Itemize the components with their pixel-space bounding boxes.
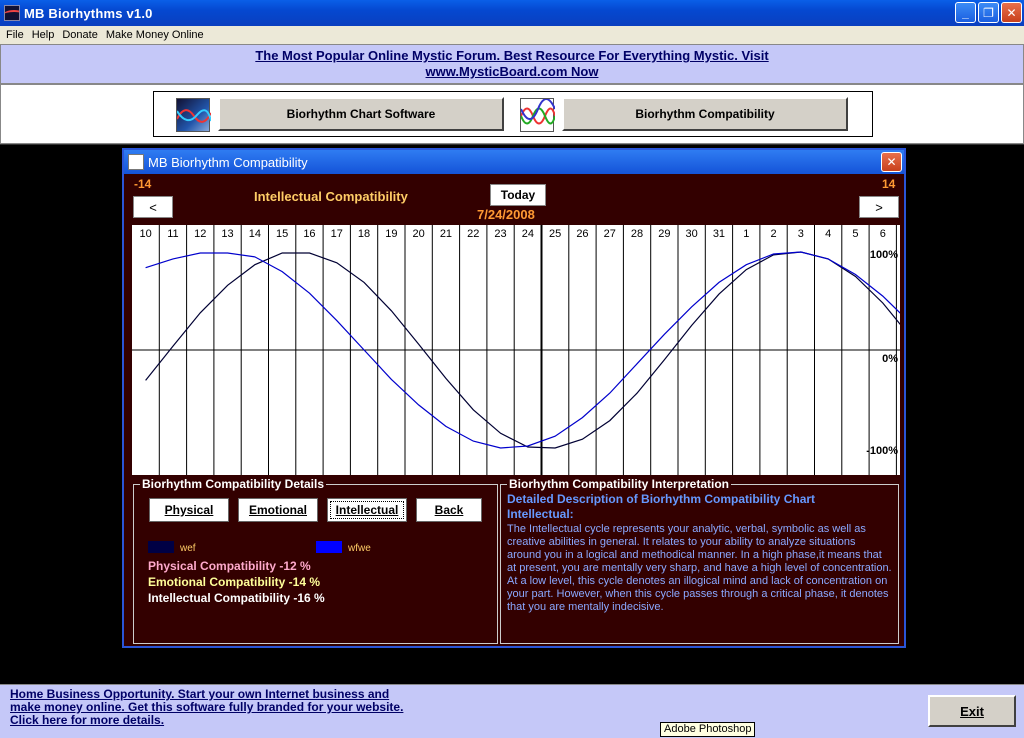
prev-button[interactable]: < [133, 196, 173, 218]
x-tick-label: 19 [385, 228, 397, 240]
y-tick-label: 0% [882, 353, 898, 365]
interpretation-body: The Intellectual cycle represents your a… [507, 523, 892, 613]
exit-button[interactable]: Exit [928, 695, 1016, 727]
interpretation-heading: Detailed Description of Biorhythm Compat… [507, 492, 816, 506]
x-tick-label: 4 [825, 228, 831, 240]
bottom-ad-banner: Home Business Opportunity. Start your ow… [0, 684, 1024, 738]
x-tick-label: 2 [770, 228, 776, 240]
person1-name: wef [180, 543, 196, 554]
toolbar: Biorhythm Chart Software Biorhythm Compa… [0, 84, 1024, 144]
top-ad-link-line2[interactable]: www.MysticBoard.com Now [1, 64, 1023, 80]
top-ad-banner: The Most Popular Online Mystic Forum. Be… [0, 44, 1024, 84]
x-tick-label: 14 [249, 228, 261, 240]
interpretation-subheading: Intellectual: [507, 507, 574, 521]
physical-compatibility: Physical Compatibility -12 % [148, 559, 311, 573]
biorhythm-chart-icon [176, 98, 212, 132]
biorhythm-chart: 10 11 12 13 14 15 16 17 18 19 20 21 22 23 24 25 26 27 28 29… [132, 225, 900, 475]
main-title-bar: MB Biorhythms v1.0 _ ❐ ✕ [0, 0, 1024, 26]
menu-file[interactable]: File [2, 29, 28, 41]
dialog-icon [128, 154, 144, 170]
bottom-ad-line3: Click here for more details. [10, 713, 165, 727]
bottom-ad-line2: make money online. Get this software ful… [10, 700, 404, 714]
emotional-button[interactable]: Emotional [238, 498, 318, 522]
chart-svg: 10 11 12 13 14 15 16 17 18 19 20 21 22 23 24 25 26 27 28 29… [132, 225, 900, 475]
right-offset-label: 14 [882, 177, 896, 191]
minimize-button[interactable]: _ [955, 2, 976, 23]
x-tick-label: 26 [576, 228, 588, 240]
x-tick-label: 20 [413, 228, 425, 240]
window-title: MB Biorhythms v1.0 [24, 5, 153, 21]
person2-name: wfwe [348, 543, 371, 554]
bottom-ad-line1: Home Business Opportunity. Start your ow… [10, 687, 390, 701]
x-tick-label: 15 [276, 228, 288, 240]
y-tick-label: 100% [870, 249, 898, 261]
bottom-ad-link[interactable]: Home Business Opportunity. Start your ow… [10, 688, 480, 727]
details-legend: Biorhythm Compatibility Details [140, 477, 327, 491]
menu-bar: File Help Donate Make Money Online [0, 26, 1024, 44]
left-offset-label: -14 [134, 177, 152, 191]
intellectual-button[interactable]: Intellectual [327, 498, 407, 522]
x-tick-label: 22 [467, 228, 479, 240]
x-tick-label: 16 [303, 228, 315, 240]
current-date: 7/24/2008 [477, 207, 535, 222]
app-icon [4, 5, 20, 21]
y-tick-label: -100% [866, 445, 898, 457]
x-tick-label: 10 [140, 228, 152, 240]
emotional-compatibility: Emotional Compatibility -14 % [148, 575, 321, 589]
biorhythm-compatibility-button[interactable]: Biorhythm Compatibility [562, 97, 848, 131]
menu-donate[interactable]: Donate [58, 29, 101, 41]
x-tick-label: 11 [167, 228, 178, 240]
x-tick-label: 1 [743, 228, 749, 240]
details-panel: Biorhythm Compatibility Details Physical… [133, 477, 498, 644]
maximize-button[interactable]: ❐ [978, 2, 999, 23]
x-tick-label: 25 [549, 228, 561, 240]
x-tick-label: 17 [331, 228, 343, 240]
toolbar-box: Biorhythm Chart Software Biorhythm Compa… [153, 91, 873, 137]
menu-help[interactable]: Help [28, 29, 59, 41]
biorhythm-chart-software-button[interactable]: Biorhythm Chart Software [218, 97, 504, 131]
x-tick-label: 3 [798, 228, 804, 240]
x-tick-label: 23 [494, 228, 506, 240]
cycle-title: Intellectual Compatibility [254, 189, 408, 204]
interpretation-legend: Biorhythm Compatibility Interpretation [507, 477, 732, 491]
person1-color-swatch [148, 541, 174, 553]
biorhythm-compatibility-icon [520, 98, 556, 132]
x-tick-label: 6 [880, 228, 886, 240]
x-tick-label: 27 [604, 228, 616, 240]
close-button[interactable]: ✕ [1001, 2, 1022, 23]
x-tick-label: 31 [713, 228, 725, 240]
x-tick-label: 30 [686, 228, 698, 240]
taskbar-tooltip: Adobe Photoshop [660, 722, 756, 737]
compatibility-dialog: MB Biorhythm Compatibility ✕ -14 14 Inte… [122, 148, 906, 648]
x-tick-label: 21 [440, 228, 452, 240]
menu-make-money-online[interactable]: Make Money Online [102, 29, 208, 41]
intellectual-compatibility: Intellectual Compatibility -16 % [148, 591, 325, 605]
today-button[interactable]: Today [490, 184, 546, 206]
dialog-close-button[interactable]: ✕ [881, 152, 902, 172]
physical-button[interactable]: Physical [149, 498, 229, 522]
x-tick-label: 28 [631, 228, 643, 240]
person2-color-swatch [316, 541, 342, 553]
dialog-title: MB Biorhythm Compatibility [148, 154, 308, 170]
x-tick-label: 13 [221, 228, 233, 240]
x-tick-label: 24 [522, 228, 534, 240]
next-button[interactable]: > [859, 196, 899, 218]
x-tick-label: 29 [658, 228, 670, 240]
x-tick-label: 5 [852, 228, 858, 240]
interpretation-panel: Biorhythm Compatibility Interpretation D… [500, 477, 899, 644]
top-ad-link-line1[interactable]: The Most Popular Online Mystic Forum. Be… [1, 48, 1023, 64]
x-tick-label: 18 [358, 228, 370, 240]
dialog-title-bar: MB Biorhythm Compatibility ✕ [124, 150, 904, 174]
back-button[interactable]: Back [416, 498, 482, 522]
x-tick-label: 12 [194, 228, 206, 240]
